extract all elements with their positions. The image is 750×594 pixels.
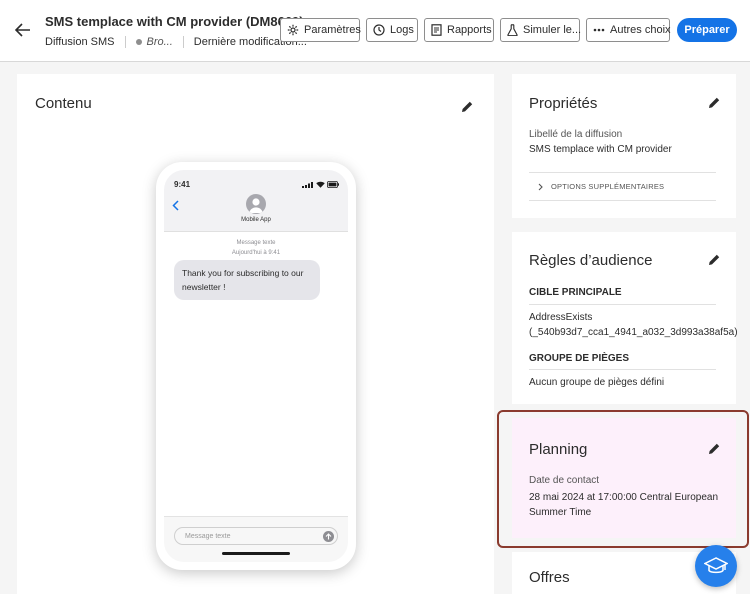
divider <box>124 36 126 48</box>
planning-highlight <box>497 410 749 548</box>
report-icon <box>431 24 442 36</box>
message-meta: Message texte Aujourd'hui à 9:41 <box>164 238 348 258</box>
flask-icon <box>507 24 518 36</box>
more-options-label: Autres choix <box>610 24 671 36</box>
learn-button[interactable] <box>695 545 737 587</box>
person-icon <box>249 198 263 213</box>
more-options-button[interactable]: Autres choix <box>586 18 671 42</box>
main-target-header: CIBLE PRINCIPALE <box>529 287 622 298</box>
phone-screen: 9:41 Mobile App Message texte Aujourd'hu… <box>164 170 348 562</box>
pencil-icon <box>709 254 720 265</box>
divider <box>529 304 716 305</box>
page-title: SMS templace with CM provider (DM8669) <box>45 14 304 29</box>
message-input[interactable]: Message texte <box>174 527 338 545</box>
simulate-label: Simuler le... <box>523 24 582 36</box>
status-time: 9:41 <box>174 180 191 189</box>
contact-name: Mobile App <box>241 217 271 223</box>
arrow-up-icon <box>325 533 332 540</box>
conversation-header: 9:41 Mobile App <box>164 170 348 232</box>
settings-label: Paramètres <box>304 24 361 36</box>
message-time-label: Aujourd'hui à 9:41 <box>231 250 281 256</box>
trap-group-value: Aucun groupe de pièges défini <box>529 377 665 388</box>
delivery-label-caption: Libellé de la diffusion <box>529 129 623 140</box>
properties-panel: Propriétés Libellé de la diffusion SMS t… <box>512 74 736 218</box>
message-bubble: Thank you for subscribing to our newslet… <box>174 260 320 300</box>
contact-avatar <box>246 194 266 214</box>
main-target-value: AddressExists (_540b93d7_cca1_4941_a032_… <box>529 310 738 340</box>
audience-title: Règles d’audience <box>529 252 653 269</box>
offers-title: Offres <box>529 569 570 586</box>
main-target-line: AddressExists <box>529 312 593 323</box>
message-input-placeholder: Message texte <box>185 532 231 540</box>
status-badge: Bro... <box>146 36 173 48</box>
logs-label: Logs <box>390 24 414 36</box>
graduation-cap-icon <box>704 557 728 574</box>
divider <box>529 369 716 370</box>
reports-button[interactable]: Rapports <box>424 18 494 42</box>
divider <box>529 200 716 201</box>
signal-icon <box>302 182 313 188</box>
send-button[interactable] <box>323 531 334 542</box>
additional-options-label: OPTIONS SUPPLÉMENTAIRES <box>551 182 665 191</box>
edit-properties-button[interactable] <box>707 96 721 110</box>
wifi-icon <box>316 181 325 188</box>
additional-options-toggle[interactable]: OPTIONS SUPPLÉMENTAIRES <box>538 182 664 191</box>
gear-icon <box>287 24 299 36</box>
prepare-button[interactable]: Préparer <box>677 18 737 42</box>
delivery-meta: Diffusion SMS Bro... Dernière modificati… <box>45 36 307 48</box>
status-dot-icon <box>135 39 142 45</box>
divider <box>529 172 716 173</box>
clock-icon <box>373 24 385 36</box>
main-target-line: (_540b93d7_cca1_4941_a032_3d993a38af5a) <box>529 327 738 338</box>
simulate-button[interactable]: Simuler le... <box>500 18 582 42</box>
top-header: SMS templace with CM provider (DM8669) D… <box>0 0 750 62</box>
edit-content-button[interactable] <box>460 100 474 114</box>
logs-button[interactable]: Logs <box>366 18 418 42</box>
audience-panel: Règles d’audience CIBLE PRINCIPALE Addre… <box>512 232 738 404</box>
chevron-left-icon[interactable] <box>172 200 179 211</box>
content-title: Contenu <box>35 95 92 112</box>
pencil-icon <box>462 101 473 112</box>
home-indicator <box>222 552 290 555</box>
phone-preview: 9:41 Mobile App Message texte Aujourd'hu… <box>156 162 356 570</box>
trap-group-header: GROUPE DE PIÈGES <box>529 353 630 364</box>
chevron-right-icon <box>538 183 543 190</box>
reports-label: Rapports <box>447 24 492 36</box>
battery-icon <box>327 181 339 188</box>
message-type-label: Message texte <box>236 240 276 246</box>
settings-button[interactable]: Paramètres <box>280 18 361 42</box>
properties-title: Propriétés <box>529 95 598 112</box>
more-icon <box>593 28 605 32</box>
channel-label: Diffusion SMS <box>45 36 115 48</box>
compose-area: Message texte <box>164 516 348 562</box>
back-button[interactable] <box>12 20 34 40</box>
delivery-label-value: SMS templace with CM provider <box>529 144 672 155</box>
arrow-left-icon <box>15 23 30 37</box>
edit-audience-button[interactable] <box>707 253 721 267</box>
divider <box>182 36 184 48</box>
pencil-icon <box>709 97 720 108</box>
